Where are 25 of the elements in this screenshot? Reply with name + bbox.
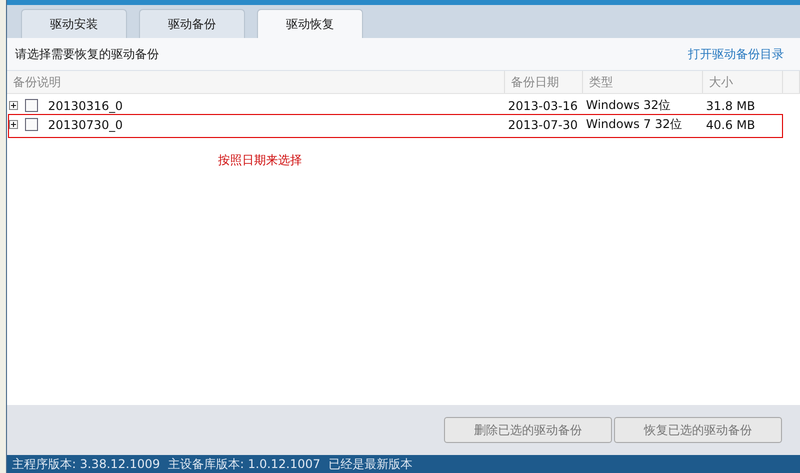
annotation-text: 按照日期来选择 xyxy=(218,153,302,167)
table-cell-text: Windows 32位 xyxy=(585,97,672,114)
column-header[interactable]: 备份日期 xyxy=(505,71,583,93)
status-text: 主程序版本: 3.38.12.1009 xyxy=(12,456,160,472)
table-cell-text: 40.6 MB xyxy=(705,118,756,132)
tab[interactable]: 驱动恢复 xyxy=(257,9,363,38)
open-folder-link[interactable]: 打开驱动备份目录 xyxy=(688,46,784,62)
checkbox[interactable] xyxy=(25,99,38,112)
table-cell-text: 20130730_0 xyxy=(47,118,123,132)
status-text: 主设备库版本: 1.0.12.1007 xyxy=(168,456,320,472)
column-header[interactable]: 大小 xyxy=(703,71,783,93)
status-text: 已经是最新版本 xyxy=(328,456,412,472)
table-cell-text: 20130316_0 xyxy=(47,98,123,112)
table-cell-text: 31.8 MB xyxy=(705,98,756,112)
table-cell-text: Windows 7 32位 xyxy=(585,116,684,133)
expand-icon[interactable] xyxy=(9,120,18,129)
column-header[interactable]: 备份说明 xyxy=(7,71,505,93)
expand-icon[interactable] xyxy=(9,101,18,110)
checkbox[interactable] xyxy=(25,118,38,131)
instruction-text: 请选择需要恢复的驱动备份 xyxy=(15,46,159,62)
column-header[interactable]: 类型 xyxy=(583,71,703,93)
tab[interactable]: 驱动安装 xyxy=(21,9,127,38)
tab[interactable]: 驱动备份 xyxy=(139,9,245,38)
table-cell-text: 2013-03-16 xyxy=(507,98,579,112)
table-cell-text: 2013-07-30 xyxy=(507,118,579,132)
